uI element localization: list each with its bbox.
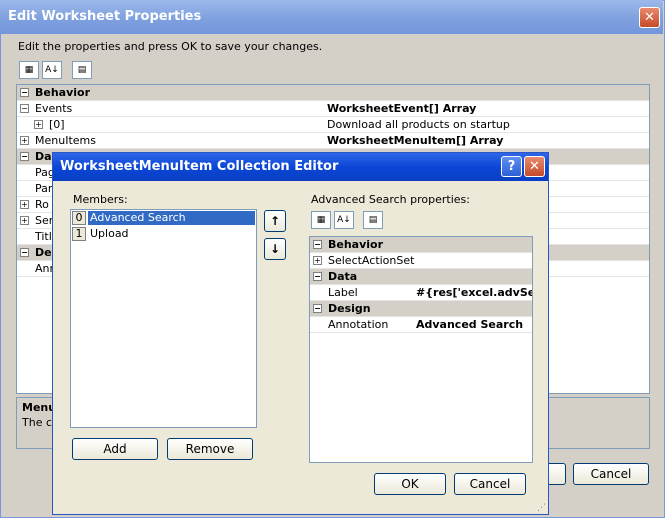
dialog-title-bar: WorksheetMenuItem Collection Editor ? ✕ (53, 153, 548, 181)
property-row[interactable]: + SelectActionSet (310, 253, 532, 269)
list-item[interactable]: 0 Advanced Search (72, 211, 255, 226)
collection-editor-dialog: WorksheetMenuItem Collection Editor ? ✕ … (52, 152, 549, 515)
move-up-button[interactable]: ↑ (264, 210, 286, 232)
title-bar: Edit Worksheet Properties ✕ (0, 0, 663, 34)
close-icon[interactable]: ✕ (639, 7, 660, 28)
expand-icon[interactable]: + (20, 216, 29, 225)
category-behavior[interactable]: − Behavior (310, 237, 532, 253)
alphabetical-sort-icon[interactable]: A↓ (42, 61, 62, 79)
expand-icon[interactable]: + (20, 136, 29, 145)
dialog-ok-button[interactable]: OK (374, 473, 446, 495)
collapse-icon[interactable]: − (20, 88, 29, 97)
property-row[interactable]: + MenuItems WorksheetMenuItem[] Array (17, 133, 649, 149)
dialog-close-icon[interactable]: ✕ (524, 156, 545, 177)
window-title: Edit Worksheet Properties (8, 9, 202, 24)
add-button[interactable]: Add (72, 438, 158, 460)
categorized-icon[interactable]: ▦ (19, 61, 39, 79)
collapse-icon[interactable]: − (20, 152, 29, 161)
property-row[interactable]: + [0] Download all products on startup (17, 117, 649, 133)
resize-grip-icon[interactable]: ⋰ (537, 503, 547, 513)
property-row[interactable]: Annotation Advanced Search (310, 317, 532, 333)
expand-icon[interactable]: + (313, 256, 322, 265)
list-item[interactable]: 1 Upload (72, 227, 255, 242)
collapse-icon[interactable]: − (313, 304, 322, 313)
collapse-icon[interactable]: − (313, 240, 322, 249)
instructions-text: Edit the properties and press OK to save… (18, 40, 323, 53)
collapse-icon[interactable]: − (20, 248, 29, 257)
dialog-title: WorksheetMenuItem Collection Editor (60, 159, 339, 174)
category-data[interactable]: − Data (310, 269, 532, 285)
item-property-grid[interactable]: − Behavior + SelectActionSet − Data Labe… (309, 236, 533, 463)
description-title: Menu (22, 401, 57, 414)
alphabetical-sort-icon[interactable]: A↓ (334, 211, 354, 229)
category-behavior[interactable]: − Behavior (17, 85, 649, 101)
property-pages-icon[interactable]: ▤ (72, 61, 92, 79)
category-design[interactable]: − Design (310, 301, 532, 317)
remove-button[interactable]: Remove (167, 438, 253, 460)
main-cancel-button[interactable]: Cancel (573, 463, 649, 485)
collapse-icon[interactable]: − (313, 272, 322, 281)
dialog-cancel-button[interactable]: Cancel (454, 473, 526, 495)
collapse-icon[interactable]: − (20, 104, 29, 113)
expand-icon[interactable]: + (34, 120, 43, 129)
property-row[interactable]: Label #{res['excel.advSea (310, 285, 532, 301)
move-down-button[interactable]: ↓ (264, 238, 286, 260)
property-pages-icon[interactable]: ▤ (363, 211, 383, 229)
property-row[interactable]: − Events WorksheetEvent[] Array (17, 101, 649, 117)
categorized-icon[interactable]: ▦ (311, 211, 331, 229)
members-label: Members: (73, 193, 128, 206)
members-list[interactable]: 0 Advanced Search 1 Upload (70, 209, 257, 428)
properties-label: Advanced Search properties: (311, 193, 470, 206)
expand-icon[interactable]: + (20, 200, 29, 209)
description-text: The c (22, 416, 53, 429)
help-icon[interactable]: ? (501, 156, 522, 177)
